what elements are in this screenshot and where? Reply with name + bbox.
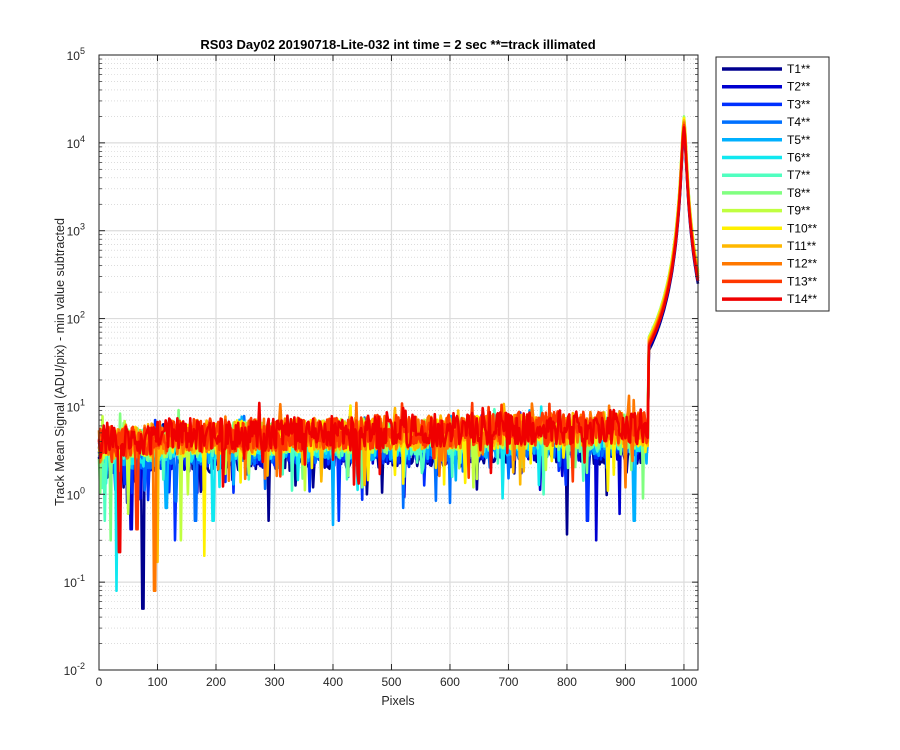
legend-label: T11**	[787, 239, 816, 253]
x-tick-label: 500	[381, 675, 401, 689]
x-tick-label: 800	[557, 675, 577, 689]
x-tick-label: 0	[96, 675, 103, 689]
legend-label: T4**	[787, 115, 811, 129]
x-tick-label: 700	[498, 675, 518, 689]
legend-label: T14**	[787, 292, 817, 306]
legend-label: T10**	[787, 221, 817, 235]
legend-label: T12**	[787, 257, 817, 271]
legend-label: T7**	[787, 168, 811, 182]
legend-box	[715, 56, 830, 312]
x-tick-label: 600	[440, 675, 460, 689]
x-tick-label: 400	[323, 675, 343, 689]
legend-label: T1**	[787, 62, 811, 76]
x-tick-label: 100	[147, 675, 167, 689]
legend: T1** T2** T3** T4** T5** T6** T7** T8** T9** T10*…	[715, 56, 830, 312]
legend-label: T3**	[787, 97, 811, 111]
legend-label: T9**	[787, 204, 811, 218]
chart-title: RS03 Day02 20190718-Lite-032 int time = …	[200, 37, 595, 52]
legend-label: T8**	[787, 186, 811, 200]
legend-label: T5**	[787, 133, 811, 147]
x-tick-label: 300	[264, 675, 284, 689]
legend-label: T6**	[787, 151, 811, 165]
x-tick-label: 900	[615, 675, 635, 689]
x-axis-label: Pixels	[381, 694, 414, 708]
plot-area: 0 100 200 300 400 500 600 700 800 900 1000 10-210-…	[64, 46, 700, 689]
y-axis-label: Track Mean Signal (ADU/pix) - min value …	[53, 218, 67, 506]
track-signal-chart: RS03 Day02 20190718-Lite-032 int time = …	[0, 0, 900, 750]
x-tick-label: 200	[206, 675, 226, 689]
legend-label: T13**	[787, 274, 817, 288]
legend-label: T2**	[787, 80, 811, 94]
x-tick-label: 1000	[671, 675, 698, 689]
axes-background	[99, 55, 698, 670]
